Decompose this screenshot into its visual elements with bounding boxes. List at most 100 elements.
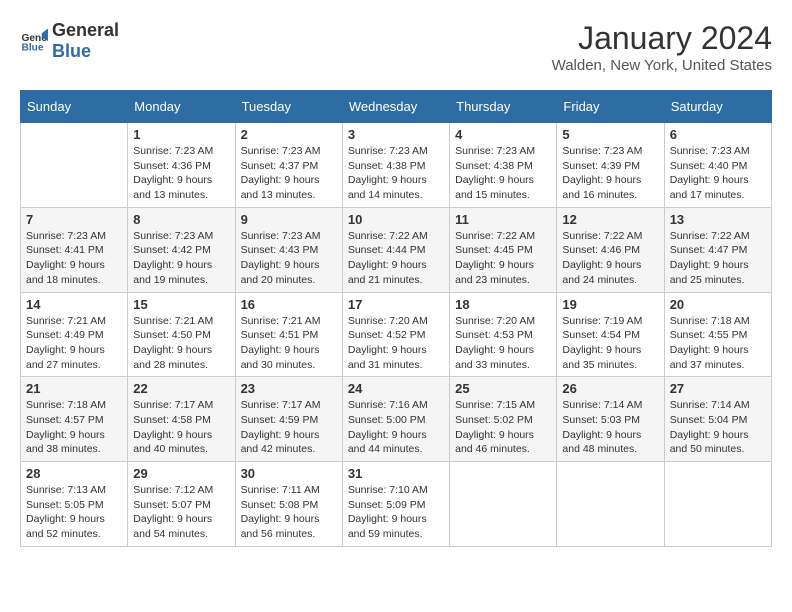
day-number: 28 (26, 466, 122, 481)
calendar-cell: 19 Sunrise: 7:19 AM Sunset: 4:54 PM Dayli… (557, 292, 664, 377)
header-day-monday: Monday (128, 91, 235, 123)
day-number: 15 (133, 297, 229, 312)
header-day-friday: Friday (557, 91, 664, 123)
calendar-cell: 17 Sunrise: 7:20 AM Sunset: 4:52 PM Dayli… (342, 292, 449, 377)
header-day-saturday: Saturday (664, 91, 771, 123)
calendar-cell: 24Sunrise: 7:16 AM Sunset: 5:00 PM Dayli… (342, 377, 449, 462)
day-number: 17 (348, 297, 444, 312)
generalblue-logo-icon: General Blue (20, 27, 48, 55)
day-number: 10 (348, 212, 444, 227)
day-info: Sunrise: 7:20 AM Sunset: 4:52 PM Dayligh… (348, 314, 444, 373)
calendar-cell: 28 Sunrise: 7:13 AM Sunset: 5:05 PM Dayli… (21, 462, 128, 547)
calendar-cell: 13 Sunrise: 7:22 AM Sunset: 4:47 PM Dayli… (664, 207, 771, 292)
calendar-cell: 12 Sunrise: 7:22 AM Sunset: 4:46 PM Dayli… (557, 207, 664, 292)
day-number: 29 (133, 466, 229, 481)
header-day-sunday: Sunday (21, 91, 128, 123)
day-info: Sunrise: 7:23 AM Sunset: 4:41 PM Dayligh… (26, 229, 122, 288)
logo-blue-text: Blue (52, 41, 91, 61)
calendar-cell (450, 462, 557, 547)
day-info: Sunrise: 7:23 AM Sunset: 4:42 PM Dayligh… (133, 229, 229, 288)
day-info: Sunrise: 7:17 AM Sunset: 4:59 PM Dayligh… (241, 398, 337, 457)
day-number: 9 (241, 212, 337, 227)
calendar-cell: 14 Sunrise: 7:21 AM Sunset: 4:49 PM Dayli… (21, 292, 128, 377)
calendar-cell: 5 Sunrise: 7:23 AM Sunset: 4:39 PM Daylig… (557, 123, 664, 208)
day-info: Sunrise: 7:22 AM Sunset: 4:44 PM Dayligh… (348, 229, 444, 288)
day-number: 16 (241, 297, 337, 312)
day-number: 26 (562, 381, 658, 396)
day-info: Sunrise: 7:22 AM Sunset: 4:46 PM Dayligh… (562, 229, 658, 288)
day-info: Sunrise: 7:18 AM Sunset: 4:57 PM Dayligh… (26, 398, 122, 457)
day-info: Sunrise: 7:12 AM Sunset: 5:07 PM Dayligh… (133, 483, 229, 542)
title-section: January 2024 Walden, New York, United St… (552, 20, 772, 74)
header-day-thursday: Thursday (450, 91, 557, 123)
calendar-cell: 31 Sunrise: 7:10 AM Sunset: 5:09 PM Dayli… (342, 462, 449, 547)
calendar-cell: 21 Sunrise: 7:18 AM Sunset: 4:57 PM Dayli… (21, 377, 128, 462)
calendar-cell: 22Sunrise: 7:17 AM Sunset: 4:58 PM Dayli… (128, 377, 235, 462)
location-subtitle: Walden, New York, United States (552, 57, 772, 74)
day-info: Sunrise: 7:14 AM Sunset: 5:03 PM Dayligh… (562, 398, 658, 457)
calendar-week-2: 7 Sunrise: 7:23 AM Sunset: 4:41 PM Daylig… (21, 207, 772, 292)
svg-text:Blue: Blue (22, 42, 44, 53)
day-info: Sunrise: 7:23 AM Sunset: 4:40 PM Dayligh… (670, 144, 766, 203)
calendar-cell: 10 Sunrise: 7:22 AM Sunset: 4:44 PM Dayli… (342, 207, 449, 292)
day-info: Sunrise: 7:13 AM Sunset: 5:05 PM Dayligh… (26, 483, 122, 542)
day-info: Sunrise: 7:14 AM Sunset: 5:04 PM Dayligh… (670, 398, 766, 457)
day-number: 12 (562, 212, 658, 227)
calendar-cell: 2Sunrise: 7:23 AM Sunset: 4:37 PM Daylig… (235, 123, 342, 208)
calendar-cell: 25Sunrise: 7:15 AM Sunset: 5:02 PM Dayli… (450, 377, 557, 462)
day-number: 14 (26, 297, 122, 312)
day-info: Sunrise: 7:20 AM Sunset: 4:53 PM Dayligh… (455, 314, 551, 373)
day-info: Sunrise: 7:18 AM Sunset: 4:55 PM Dayligh… (670, 314, 766, 373)
day-info: Sunrise: 7:23 AM Sunset: 4:36 PM Dayligh… (133, 144, 229, 203)
day-info: Sunrise: 7:22 AM Sunset: 4:45 PM Dayligh… (455, 229, 551, 288)
day-number: 21 (26, 381, 122, 396)
day-info: Sunrise: 7:21 AM Sunset: 4:51 PM Dayligh… (241, 314, 337, 373)
calendar-cell: 6Sunrise: 7:23 AM Sunset: 4:40 PM Daylig… (664, 123, 771, 208)
day-info: Sunrise: 7:23 AM Sunset: 4:37 PM Dayligh… (241, 144, 337, 203)
logo: General Blue General Blue (20, 20, 119, 62)
calendar-cell (664, 462, 771, 547)
calendar-week-1: 1 Sunrise: 7:23 AM Sunset: 4:36 PM Daylig… (21, 123, 772, 208)
calendar-cell: 7 Sunrise: 7:23 AM Sunset: 4:41 PM Daylig… (21, 207, 128, 292)
day-info: Sunrise: 7:19 AM Sunset: 4:54 PM Dayligh… (562, 314, 658, 373)
calendar-cell: 3 Sunrise: 7:23 AM Sunset: 4:38 PM Daylig… (342, 123, 449, 208)
day-info: Sunrise: 7:10 AM Sunset: 5:09 PM Dayligh… (348, 483, 444, 542)
day-info: Sunrise: 7:21 AM Sunset: 4:50 PM Dayligh… (133, 314, 229, 373)
calendar-cell: 20 Sunrise: 7:18 AM Sunset: 4:55 PM Dayli… (664, 292, 771, 377)
day-number: 13 (670, 212, 766, 227)
day-number: 3 (348, 127, 444, 142)
calendar-cell: 9 Sunrise: 7:23 AM Sunset: 4:43 PM Daylig… (235, 207, 342, 292)
day-info: Sunrise: 7:17 AM Sunset: 4:58 PM Dayligh… (133, 398, 229, 457)
calendar-cell: 26 Sunrise: 7:14 AM Sunset: 5:03 PM Dayli… (557, 377, 664, 462)
day-number: 8 (133, 212, 229, 227)
month-title: January 2024 (552, 20, 772, 57)
calendar-cell: 27 Sunrise: 7:14 AM Sunset: 5:04 PM Dayli… (664, 377, 771, 462)
calendar-week-3: 14 Sunrise: 7:21 AM Sunset: 4:49 PM Dayli… (21, 292, 772, 377)
calendar-week-5: 28 Sunrise: 7:13 AM Sunset: 5:05 PM Dayli… (21, 462, 772, 547)
day-number: 1 (133, 127, 229, 142)
calendar-cell: 30Sunrise: 7:11 AM Sunset: 5:08 PM Dayli… (235, 462, 342, 547)
day-info: Sunrise: 7:23 AM Sunset: 4:38 PM Dayligh… (348, 144, 444, 203)
day-number: 20 (670, 297, 766, 312)
day-number: 7 (26, 212, 122, 227)
day-info: Sunrise: 7:21 AM Sunset: 4:49 PM Dayligh… (26, 314, 122, 373)
day-info: Sunrise: 7:16 AM Sunset: 5:00 PM Dayligh… (348, 398, 444, 457)
day-info: Sunrise: 7:23 AM Sunset: 4:43 PM Dayligh… (241, 229, 337, 288)
header: General Blue General Blue January 2024 W… (20, 20, 772, 74)
day-number: 31 (348, 466, 444, 481)
day-info: Sunrise: 7:22 AM Sunset: 4:47 PM Dayligh… (670, 229, 766, 288)
calendar-header-row: SundayMondayTuesdayWednesdayThursdayFrid… (21, 91, 772, 123)
day-number: 27 (670, 381, 766, 396)
day-number: 5 (562, 127, 658, 142)
day-info: Sunrise: 7:23 AM Sunset: 4:39 PM Dayligh… (562, 144, 658, 203)
calendar-week-4: 21 Sunrise: 7:18 AM Sunset: 4:57 PM Dayli… (21, 377, 772, 462)
header-day-tuesday: Tuesday (235, 91, 342, 123)
calendar-cell: 16 Sunrise: 7:21 AM Sunset: 4:51 PM Dayli… (235, 292, 342, 377)
calendar-cell: 18 Sunrise: 7:20 AM Sunset: 4:53 PM Dayli… (450, 292, 557, 377)
calendar-cell: 23Sunrise: 7:17 AM Sunset: 4:59 PM Dayli… (235, 377, 342, 462)
day-number: 19 (562, 297, 658, 312)
calendar-cell: 1 Sunrise: 7:23 AM Sunset: 4:36 PM Daylig… (128, 123, 235, 208)
header-day-wednesday: Wednesday (342, 91, 449, 123)
day-number: 18 (455, 297, 551, 312)
calendar-cell (21, 123, 128, 208)
